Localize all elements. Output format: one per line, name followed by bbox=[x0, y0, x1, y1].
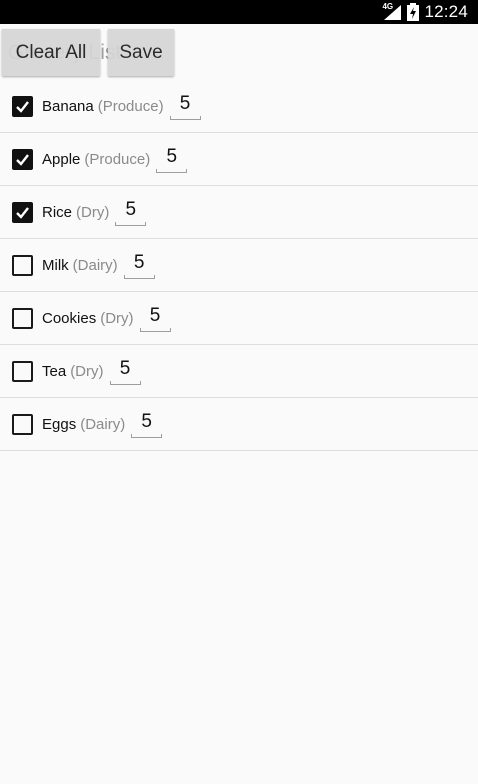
battery-icon bbox=[407, 3, 420, 21]
item-category: (Dry) bbox=[70, 362, 104, 380]
grocery-list: Banana (Produce) 5 Apple (Produce) 5 Ric… bbox=[0, 80, 478, 451]
signal-icon: 4G bbox=[382, 3, 402, 21]
quantity-value: 5 bbox=[166, 146, 178, 167]
list-item: Tea (Dry) 5 bbox=[0, 345, 478, 398]
field-underline bbox=[109, 381, 141, 385]
quantity-value: 5 bbox=[149, 305, 161, 326]
item-name: Eggs bbox=[42, 415, 77, 433]
item-category: (Dairy) bbox=[72, 256, 118, 274]
field-underline bbox=[169, 116, 201, 120]
quantity-value: 5 bbox=[119, 358, 131, 379]
field-underline bbox=[139, 328, 171, 332]
item-name: Rice bbox=[42, 203, 73, 221]
field-underline bbox=[115, 222, 147, 226]
status-bar: 4G 12:24 bbox=[0, 0, 478, 24]
item-category: (Dairy) bbox=[80, 415, 126, 433]
quantity-field[interactable]: 5 bbox=[115, 198, 147, 226]
item-checkbox[interactable] bbox=[12, 95, 33, 117]
quantity-value: 5 bbox=[179, 93, 191, 114]
field-underline bbox=[131, 434, 163, 438]
list-item: Milk (Dairy) 5 bbox=[0, 239, 478, 292]
list-item: Banana (Produce) 5 bbox=[0, 80, 478, 133]
list-item: Eggs (Dairy) 5 bbox=[0, 398, 478, 451]
item-category: (Produce) bbox=[84, 150, 151, 168]
quantity-field[interactable]: 5 bbox=[109, 357, 141, 385]
item-category: (Produce) bbox=[97, 97, 164, 115]
item-category: (Dry) bbox=[100, 309, 134, 327]
list-item: Rice (Dry) 5 bbox=[0, 186, 478, 239]
clock: 12:24 bbox=[424, 2, 468, 21]
item-name: Cookies bbox=[42, 309, 97, 327]
item-name: Milk bbox=[42, 256, 69, 274]
item-category: (Dry) bbox=[76, 203, 110, 221]
item-name: Apple bbox=[42, 150, 81, 168]
field-underline bbox=[156, 169, 188, 173]
quantity-value: 5 bbox=[133, 252, 145, 273]
item-name: Banana bbox=[42, 97, 94, 115]
quantity-field[interactable]: 5 bbox=[169, 92, 201, 120]
item-name: Tea bbox=[42, 362, 67, 380]
item-checkbox[interactable] bbox=[12, 148, 33, 170]
checkmark-icon bbox=[16, 153, 29, 166]
item-checkbox[interactable] bbox=[12, 201, 33, 223]
field-underline bbox=[123, 275, 155, 279]
item-checkbox[interactable] bbox=[12, 254, 33, 276]
item-checkbox[interactable] bbox=[12, 413, 33, 435]
checkmark-icon bbox=[16, 100, 29, 113]
list-item: Cookies (Dry) 5 bbox=[0, 292, 478, 345]
quantity-field[interactable]: 5 bbox=[131, 410, 163, 438]
quantity-field[interactable]: 5 bbox=[139, 304, 171, 332]
quantity-value: 5 bbox=[125, 199, 137, 220]
list-item: Apple (Produce) 5 bbox=[0, 133, 478, 186]
item-checkbox[interactable] bbox=[12, 360, 33, 382]
item-checkbox[interactable] bbox=[12, 307, 33, 329]
quantity-value: 5 bbox=[141, 411, 152, 432]
quantity-field[interactable]: 5 bbox=[156, 145, 188, 173]
checkmark-icon bbox=[16, 206, 29, 219]
save-button[interactable]: Save bbox=[108, 29, 174, 76]
clear-all-button[interactable]: Clear All bbox=[2, 29, 100, 76]
quantity-field[interactable]: 5 bbox=[123, 251, 155, 279]
action-header: Grocery List Clear All Save bbox=[0, 24, 478, 84]
